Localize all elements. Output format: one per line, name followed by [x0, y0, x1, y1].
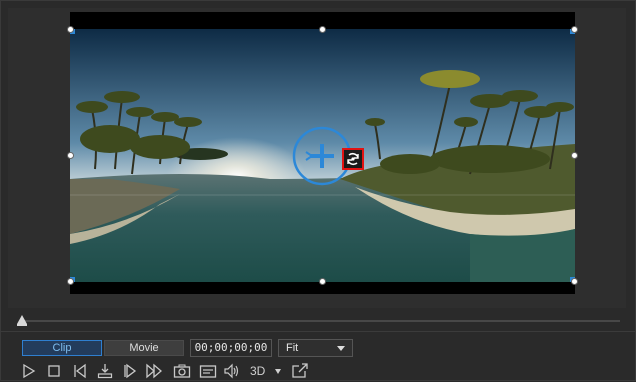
split-button[interactable]: [97, 363, 113, 379]
timeline-scrubber[interactable]: [0, 312, 636, 330]
playback-controls: Clip Movie 00;00;00;00 Fit 3D: [0, 331, 636, 382]
video-preview-panel: Clip Movie 00;00;00;00 Fit 3D: [0, 0, 636, 381]
3d-button[interactable]: 3D: [250, 363, 265, 379]
resize-handle-bottom[interactable]: [319, 278, 326, 285]
stop-icon: [48, 365, 60, 377]
fast-forward-icon: [146, 363, 162, 379]
next-frame-button[interactable]: [122, 363, 138, 379]
play-button[interactable]: [22, 363, 36, 379]
subtitle-icon: [199, 365, 217, 378]
stop-button[interactable]: [47, 363, 61, 379]
play-icon: [23, 363, 36, 379]
resize-handle-bottom-left[interactable]: [67, 278, 74, 285]
external-display-icon: [292, 363, 308, 378]
chevron-down-icon: [337, 346, 345, 351]
resize-handle-top[interactable]: [319, 26, 326, 33]
scrubber-thumb[interactable]: [17, 315, 27, 324]
chevron-down-icon[interactable]: [275, 369, 281, 374]
next-frame-icon: [124, 363, 137, 379]
resize-handle-top-left[interactable]: [67, 26, 74, 33]
fit-dropdown[interactable]: Fit: [278, 339, 353, 357]
previous-frame-button[interactable]: [72, 363, 88, 379]
scrubber-track[interactable]: [22, 320, 620, 322]
volume-button[interactable]: [223, 363, 241, 379]
snapshot-button[interactable]: [173, 363, 191, 379]
timecode-field[interactable]: 00;00;00;00: [190, 339, 272, 357]
scrubber-thumb-base: [17, 324, 27, 326]
resize-handle-left[interactable]: [67, 152, 74, 159]
subtitle-button[interactable]: [199, 363, 217, 379]
resize-handle-top-right[interactable]: [571, 26, 578, 33]
rotate-360-button[interactable]: [342, 148, 364, 170]
tab-movie[interactable]: Movie: [104, 340, 184, 356]
fit-dropdown-value: Fit: [286, 342, 299, 354]
fast-forward-button[interactable]: [146, 363, 164, 379]
volume-icon: [224, 363, 239, 379]
resize-handle-right[interactable]: [571, 152, 578, 159]
split-icon: [97, 364, 113, 379]
rotate-360-icon: [347, 152, 359, 166]
snapshot-icon: [173, 364, 191, 378]
resize-handle-bottom-right[interactable]: [571, 278, 578, 285]
tab-clip[interactable]: Clip: [22, 340, 102, 356]
external-display-button[interactable]: [291, 363, 309, 379]
previous-frame-icon: [74, 363, 86, 379]
